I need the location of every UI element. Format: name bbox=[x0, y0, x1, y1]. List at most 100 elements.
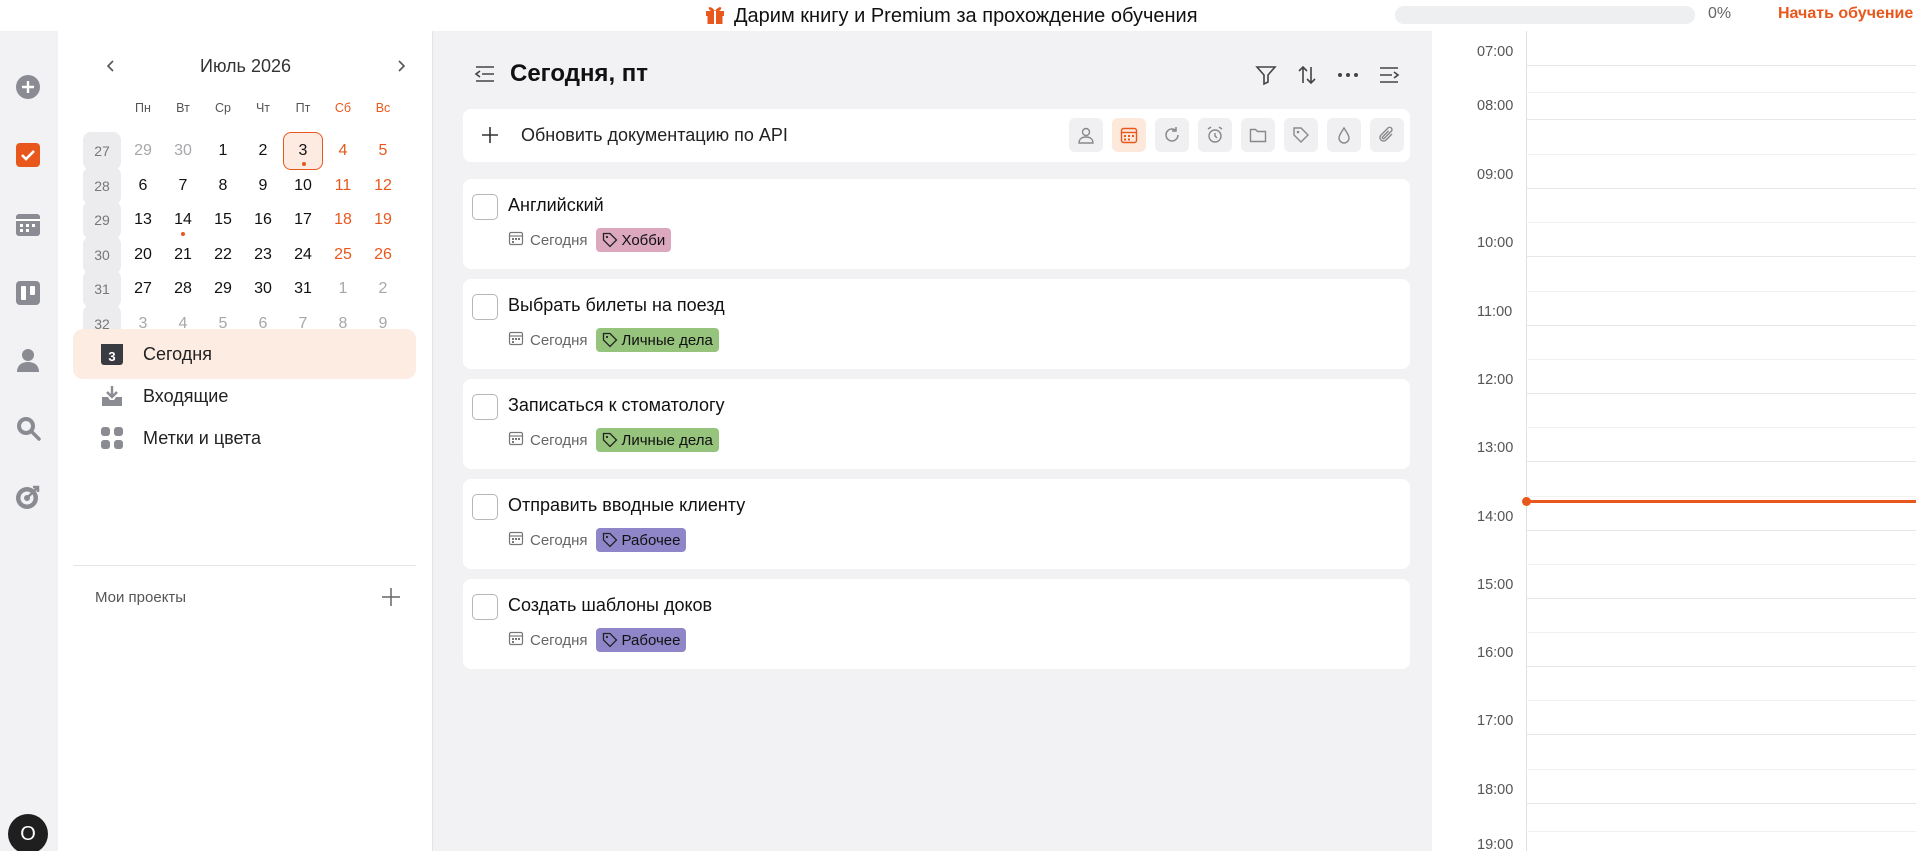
calendar-day[interactable]: 19 bbox=[363, 201, 403, 239]
calendar-day[interactable]: 29 bbox=[123, 132, 163, 170]
week-number[interactable]: 28 bbox=[83, 166, 121, 205]
task-checkbox[interactable] bbox=[472, 494, 498, 520]
calendar-icon[interactable] bbox=[1112, 118, 1146, 152]
hour-line[interactable] bbox=[1526, 734, 1916, 735]
calendar-grid-icon[interactable] bbox=[14, 211, 42, 239]
half-hour-line[interactable] bbox=[1526, 700, 1916, 701]
calendar-day[interactable]: 30 bbox=[163, 132, 203, 170]
hour-line[interactable] bbox=[1526, 666, 1916, 667]
hour-line[interactable] bbox=[1526, 803, 1916, 804]
calendar-day[interactable]: 4 bbox=[323, 132, 363, 170]
attachment-icon[interactable] bbox=[1370, 118, 1404, 152]
calendar-day[interactable]: 2 bbox=[363, 270, 403, 308]
tag-icon[interactable] bbox=[1284, 118, 1318, 152]
calendar-day[interactable]: 8 bbox=[203, 167, 243, 205]
calendar-day[interactable]: 1 bbox=[323, 270, 363, 308]
task-card[interactable]: Записаться к стоматологу Сегодня Личные де… bbox=[463, 379, 1410, 469]
task-checkbox[interactable] bbox=[472, 294, 498, 320]
search-icon[interactable] bbox=[14, 414, 42, 442]
toggle-timeline-button[interactable] bbox=[1375, 61, 1403, 89]
calendar-day[interactable]: 21 bbox=[163, 236, 203, 274]
hour-line[interactable] bbox=[1526, 393, 1916, 394]
task-card[interactable]: Отправить вводные клиенту Сегодня Рабочее bbox=[463, 479, 1410, 569]
calendar-day[interactable]: 13 bbox=[123, 201, 163, 239]
task-tag[interactable]: Личные дела bbox=[595, 428, 719, 452]
more-button[interactable] bbox=[1334, 61, 1362, 89]
week-number[interactable]: 30 bbox=[83, 235, 121, 274]
repeat-icon[interactable] bbox=[1155, 118, 1189, 152]
task-tag[interactable]: Рабочее bbox=[595, 628, 687, 652]
week-number[interactable]: 31 bbox=[83, 270, 121, 309]
calendar-day[interactable]: 22 bbox=[203, 236, 243, 274]
hour-line[interactable] bbox=[1526, 598, 1916, 599]
checkbox-icon[interactable] bbox=[14, 141, 42, 169]
calendar-day[interactable]: 3 bbox=[283, 132, 323, 170]
calendar-day[interactable]: 27 bbox=[123, 270, 163, 308]
calendar-day[interactable]: 18 bbox=[323, 201, 363, 239]
task-tag[interactable]: Рабочее bbox=[595, 528, 687, 552]
add-project-button[interactable] bbox=[378, 584, 404, 610]
calendar-day[interactable]: 31 bbox=[283, 270, 323, 308]
promo-message[interactable]: Дарим книгу и Premium за прохождение обу… bbox=[704, 3, 1198, 30]
calendar-day[interactable]: 1 bbox=[203, 132, 243, 170]
hour-line[interactable] bbox=[1526, 530, 1916, 531]
assignee-icon[interactable] bbox=[1069, 118, 1103, 152]
chevron-right-icon[interactable] bbox=[388, 53, 414, 79]
task-checkbox[interactable] bbox=[472, 394, 498, 420]
plus-icon[interactable] bbox=[477, 122, 503, 148]
calendar-day[interactable]: 20 bbox=[123, 236, 163, 274]
filter-button[interactable] bbox=[1252, 61, 1280, 89]
calendar-day[interactable]: 12 bbox=[363, 167, 403, 205]
hour-line[interactable] bbox=[1526, 256, 1916, 257]
calendar-day[interactable]: 9 bbox=[243, 167, 283, 205]
task-checkbox[interactable] bbox=[472, 194, 498, 220]
calendar-day[interactable]: 6 bbox=[123, 167, 163, 205]
kanban-icon[interactable] bbox=[14, 279, 42, 307]
task-input[interactable]: Обновить документацию по API bbox=[521, 125, 788, 146]
hour-line[interactable] bbox=[1526, 325, 1916, 326]
task-checkbox[interactable] bbox=[472, 594, 498, 620]
half-hour-line[interactable] bbox=[1526, 564, 1916, 565]
task-card[interactable]: Создать шаблоны доков Сегодня Рабочее bbox=[463, 579, 1410, 669]
calendar-day[interactable]: 14 bbox=[163, 201, 203, 239]
week-number[interactable]: 27 bbox=[83, 132, 121, 170]
sort-button[interactable] bbox=[1293, 61, 1321, 89]
half-hour-line[interactable] bbox=[1526, 153, 1916, 155]
half-hour-line[interactable] bbox=[1526, 359, 1916, 360]
calendar-day[interactable]: 25 bbox=[323, 236, 363, 274]
alarm-icon[interactable] bbox=[1198, 118, 1232, 152]
collapse-sidebar-button[interactable] bbox=[472, 61, 498, 87]
half-hour-line[interactable] bbox=[1526, 427, 1916, 428]
target-icon[interactable] bbox=[14, 483, 42, 511]
start-onboarding-link[interactable]: Начать обучение bbox=[1778, 5, 1913, 23]
calendar-day[interactable]: 2 bbox=[243, 132, 283, 170]
calendar-day[interactable]: 11 bbox=[323, 167, 363, 205]
calendar-day[interactable]: 24 bbox=[283, 236, 323, 274]
half-hour-line[interactable] bbox=[1526, 495, 1916, 497]
calendar-day[interactable]: 28 bbox=[163, 270, 203, 308]
task-card[interactable]: Выбрать билеты на поезд Сегодня Личные дел… bbox=[463, 279, 1410, 369]
half-hour-line[interactable] bbox=[1526, 290, 1916, 292]
half-hour-line[interactable] bbox=[1526, 830, 1916, 832]
calendar-day[interactable]: 7 bbox=[163, 167, 203, 205]
hour-line[interactable] bbox=[1526, 65, 1916, 66]
calendar-day[interactable]: 17 bbox=[283, 201, 323, 239]
half-hour-line[interactable] bbox=[1526, 222, 1916, 223]
half-hour-line[interactable] bbox=[1526, 768, 1916, 770]
folder-icon[interactable] bbox=[1241, 118, 1275, 152]
add-circle-icon[interactable] bbox=[14, 73, 42, 101]
calendar-day[interactable]: 10 bbox=[283, 167, 323, 205]
task-tag[interactable]: Личные дела bbox=[595, 328, 719, 352]
week-number[interactable]: 29 bbox=[83, 201, 121, 240]
avatar[interactable]: О bbox=[8, 814, 48, 851]
calendar-day[interactable]: 29 bbox=[203, 270, 243, 308]
hour-line[interactable] bbox=[1526, 461, 1916, 462]
half-hour-line[interactable] bbox=[1526, 92, 1916, 93]
color-drop-icon[interactable] bbox=[1327, 118, 1361, 152]
hour-line[interactable] bbox=[1526, 119, 1916, 120]
task-card[interactable]: Английский Сегодня Хобби bbox=[463, 179, 1410, 269]
calendar-day[interactable]: 5 bbox=[363, 132, 403, 170]
person-icon[interactable] bbox=[14, 346, 42, 374]
calendar-day[interactable]: 16 bbox=[243, 201, 283, 239]
half-hour-line[interactable] bbox=[1526, 632, 1916, 633]
